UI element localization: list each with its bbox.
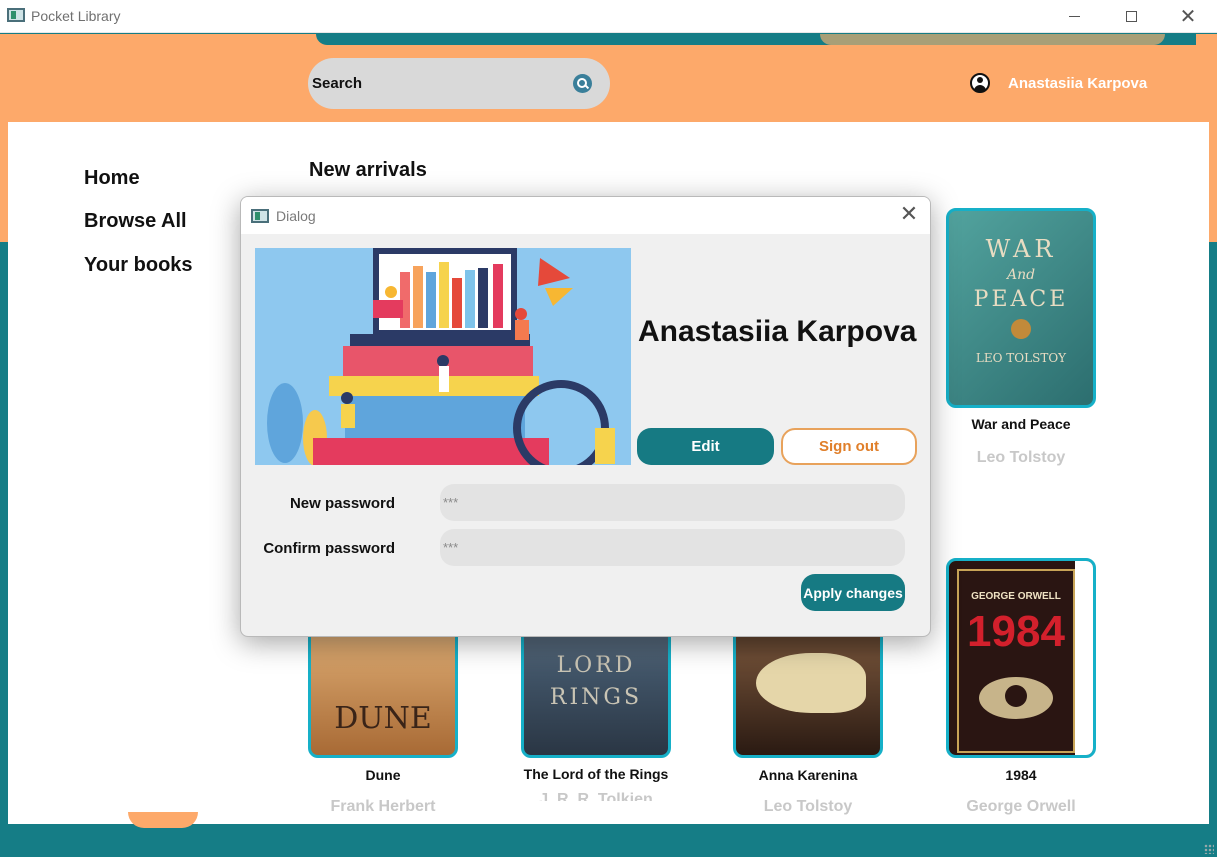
resize-grip-icon[interactable] (1204, 844, 1214, 854)
app-icon (7, 8, 25, 22)
cover-text: LEO TOLSTOY (975, 351, 1067, 365)
dialog-close-icon[interactable]: ✕ (895, 201, 923, 227)
profile-name: Anastasiia Karpova (638, 315, 917, 348)
library-illustration-art (255, 248, 631, 465)
cover-text: PEACE (973, 287, 1069, 312)
header-user-name[interactable]: Anastasiia Karpova (1008, 75, 1147, 92)
sign-out-button[interactable]: Sign out (781, 428, 917, 465)
dialog-titlebar: Dialog ✕ (241, 197, 930, 234)
book-cover[interactable]: GEORGE ORWELL 1984 (946, 558, 1096, 758)
search-icon[interactable] (573, 74, 592, 93)
window-titlebar: Pocket Library ✕ (0, 0, 1217, 33)
book-title[interactable]: Dune (308, 767, 458, 784)
sidebar-item-browse-all[interactable]: Browse All (84, 210, 187, 233)
minimize-icon (1068, 16, 1080, 17)
dialog-app-icon (251, 209, 269, 223)
header-decoration-2 (820, 34, 1165, 45)
close-icon: ✕ (1179, 6, 1197, 28)
search-input-label[interactable]: Search (312, 75, 362, 92)
decorative-blob (128, 812, 198, 828)
book-author: Frank Herbert (330, 798, 436, 815)
cover-text: RINGS (549, 685, 643, 710)
apply-changes-button[interactable]: Apply changes (801, 574, 905, 611)
confirm-password-field[interactable] (440, 529, 905, 566)
cover-text: LORD (556, 653, 636, 678)
edit-button[interactable]: Edit (637, 428, 774, 465)
book-title[interactable]: 1984 (946, 767, 1096, 784)
minimize-button[interactable] (1051, 0, 1097, 33)
cover-text: 1984 (967, 607, 1065, 656)
user-avatar-icon[interactable] (970, 73, 990, 93)
confirm-password-label: Confirm password (263, 540, 395, 557)
window-title: Pocket Library (31, 8, 121, 24)
book-cover[interactable]: WAR And PEACE LEO TOLSTOY (946, 208, 1096, 408)
book-author: J. R. R. Tolkien (539, 791, 653, 801)
cover-text: GEORGE ORWELL (971, 591, 1061, 602)
book-title[interactable]: Anna Karenina (733, 767, 883, 784)
maximize-icon (1125, 11, 1137, 22)
book-author: George Orwell (966, 798, 1076, 815)
cover-stripe (1075, 561, 1093, 755)
book-card[interactable]: WAR And PEACE LEO TOLSTOY War and Peace … (946, 208, 1096, 467)
maximize-button[interactable] (1108, 0, 1154, 33)
dialog-title: Dialog (276, 208, 316, 224)
sidebar-item-home[interactable]: Home (84, 167, 140, 190)
new-password-field[interactable] (440, 484, 905, 521)
new-password-label: New password (289, 495, 395, 512)
book-card[interactable]: GEORGE ORWELL 1984 1984 George Orwell (946, 558, 1096, 816)
cover-text: And (1006, 267, 1036, 283)
cover-text: WAR (985, 235, 1057, 263)
book-author: Leo Tolstoy (976, 449, 1066, 466)
book-author: Leo Tolstoy (763, 798, 853, 815)
sidebar-item-your-books[interactable]: Your books (84, 254, 193, 277)
profile-dialog: Dialog ✕ Anastasiia Karpova Edit Sign ou… (240, 196, 931, 637)
book-title[interactable]: The Lord of the Rings (521, 766, 671, 783)
library-illustration (255, 248, 631, 465)
cover-text: DUNE (334, 701, 432, 736)
cover-figure (756, 653, 866, 713)
cover-medal (1011, 319, 1031, 339)
book-title[interactable]: War and Peace (946, 416, 1096, 433)
cover-pupil (1005, 685, 1027, 707)
close-window-button[interactable]: ✕ (1165, 0, 1211, 33)
section-title: New arrivals (309, 159, 427, 181)
search-bar[interactable]: Search (308, 58, 610, 109)
